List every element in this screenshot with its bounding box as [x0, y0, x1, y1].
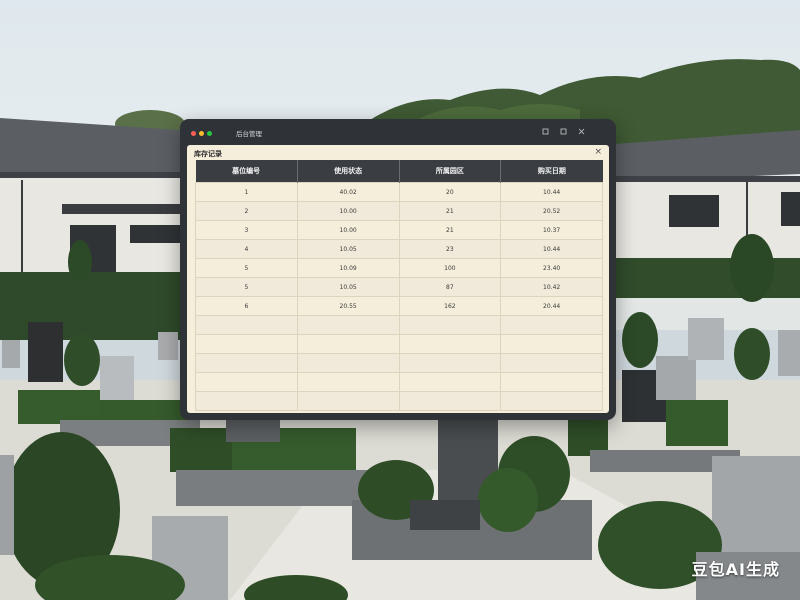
table-cell: 6 [195, 296, 298, 316]
table-cell [296, 334, 400, 354]
table-cell [195, 315, 298, 335]
table-row[interactable]: 1 40.02 20 10.44 [195, 182, 603, 202]
table-cell: 20 [398, 182, 502, 202]
inventory-table: 墓位编号 使用状态 所属园区 购买日期 1 40.02 20 10.44 2 10.00 2… [195, 160, 603, 411]
table-cell [500, 353, 603, 373]
table-cell: 4 [195, 239, 298, 259]
table-cell: 87 [398, 277, 502, 297]
table-cell: 40.02 [296, 182, 400, 202]
watermark: 豆包AI生成 [691, 560, 780, 579]
table-cell [296, 391, 400, 411]
panel-title: 库存记录 [194, 150, 222, 158]
table-cell: 20.52 [500, 201, 603, 221]
table-cell [296, 315, 400, 335]
table-cell: 3 [195, 220, 298, 240]
table-cell [398, 353, 502, 373]
table-cell: 21 [398, 201, 502, 221]
table-cell [398, 391, 502, 411]
minimize-icon[interactable] [542, 128, 549, 137]
table-cell: 21 [398, 220, 502, 240]
traffic-minimize-icon[interactable] [199, 131, 204, 136]
table-cell: 100 [398, 258, 502, 278]
panel-close-button[interactable]: × [594, 147, 602, 157]
traffic-close-icon[interactable] [191, 131, 196, 136]
table-cell: 10.00 [296, 220, 400, 240]
table-cell: 5 [195, 258, 298, 278]
table-cell: 23.40 [500, 258, 603, 278]
maximize-icon[interactable] [560, 128, 567, 137]
column-header[interactable]: 所属园区 [399, 160, 502, 183]
table-row[interactable]: 4 10.05 23 10.44 [195, 239, 603, 259]
table-cell: 20.55 [296, 296, 400, 316]
column-header[interactable]: 使用状态 [297, 160, 400, 183]
table-cell: 10.00 [296, 201, 400, 221]
table-cell: 20.44 [500, 296, 603, 316]
table-cell [500, 372, 603, 392]
traffic-zoom-icon[interactable] [207, 131, 212, 136]
title-bar[interactable]: 后台管理 [180, 119, 616, 145]
table-row[interactable]: 6 20.55 162 20.44 [195, 296, 603, 316]
table-cell [500, 391, 603, 411]
table-cell [398, 315, 502, 335]
table-cell: 162 [398, 296, 502, 316]
table-cell: 10.44 [500, 239, 603, 259]
table-cell [398, 372, 502, 392]
table-row[interactable]: 2 10.00 21 20.52 [195, 201, 603, 221]
table-cell: 2 [195, 201, 298, 221]
table-row[interactable] [195, 315, 603, 335]
table-cell [296, 372, 400, 392]
table-cell: 10.42 [500, 277, 603, 297]
table-cell [500, 315, 603, 335]
table-cell [195, 391, 298, 411]
table-cell: 10.37 [500, 220, 603, 240]
table-row[interactable] [195, 372, 603, 392]
table-cell [398, 334, 502, 354]
table-cell: 5 [195, 277, 298, 297]
table-row[interactable]: 5 10.05 87 10.42 [195, 277, 603, 297]
close-icon[interactable] [578, 128, 585, 137]
table-row[interactable] [195, 391, 603, 411]
table-cell [195, 372, 298, 392]
table-cell: 1 [195, 182, 298, 202]
app-window: 后台管理 库存记录 × 墓位编号 使用状态 所属园区 购买日期 1 40.02 20… [180, 119, 616, 420]
table-cell [500, 334, 603, 354]
column-header[interactable]: 购买日期 [500, 160, 603, 183]
table-cell: 10.05 [296, 277, 400, 297]
table-row[interactable] [195, 353, 603, 373]
table-header-row: 墓位编号 使用状态 所属园区 购买日期 [195, 160, 603, 183]
table-row[interactable] [195, 334, 603, 354]
table-cell: 23 [398, 239, 502, 259]
table-cell [195, 334, 298, 354]
column-header[interactable]: 墓位编号 [195, 160, 298, 183]
table-cell: 10.09 [296, 258, 400, 278]
table-body: 1 40.02 20 10.44 2 10.00 21 20.52 3 10.00 21 10.37 4… [195, 182, 603, 411]
window-title: 后台管理 [236, 130, 262, 138]
table-row[interactable]: 3 10.00 21 10.37 [195, 220, 603, 240]
table-cell: 10.05 [296, 239, 400, 259]
table-row[interactable]: 5 10.09 100 23.40 [195, 258, 603, 278]
table-cell [195, 353, 298, 373]
table-cell [296, 353, 400, 373]
table-cell: 10.44 [500, 182, 603, 202]
inventory-panel: 库存记录 × 墓位编号 使用状态 所属园区 购买日期 1 40.02 20 10.44… [187, 145, 609, 413]
